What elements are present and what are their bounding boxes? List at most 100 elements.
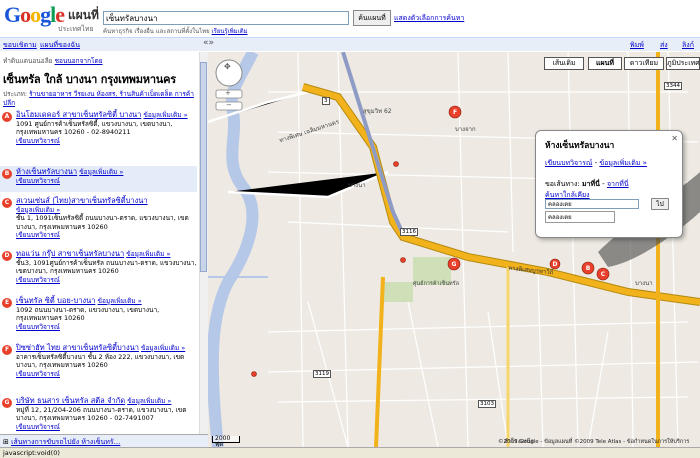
country-label: ประเทศไทย [58, 25, 94, 33]
result-reviews-link[interactable]: เขียนบทวิจารณ์ [16, 423, 60, 431]
google-maps-logo[interactable]: Google แผนที่ ประเทศไทย [4, 4, 99, 34]
result-more-link[interactable]: ข้อมูลเพิ่มเติม » [141, 344, 185, 352]
place-label: ศูนย์การค้าเซ็นทรัล [413, 281, 459, 287]
map-copyright: ©2009 Google - ข้อมูลแผนที่ ©2009 Tele A… [498, 439, 690, 445]
result-name[interactable]: ทอแว่น กรุ๊ป สาขาเซ็นทรัลบางนา [16, 249, 124, 258]
result-name[interactable]: สเวนเซ่นส์ (ไทย)สาขาเซ็นทรัลซิตี้บางนา [16, 196, 148, 205]
results-tab[interactable]: ขอบเขิตาม [3, 40, 37, 51]
my-maps-tab[interactable]: แผนที่ของฉัน [40, 40, 80, 51]
map-type-terrain[interactable]: ภูมิประเทศ [666, 57, 700, 70]
marker-d-icon: D [2, 251, 12, 261]
map-type-traffic[interactable]: เส้นเดิม [544, 57, 584, 70]
result-item-f[interactable]: F ปิซซ่าฮัท ไทย สาขาเซ็นทรัลซิตี้บางนา ข… [0, 343, 197, 378]
result-reviews-link[interactable]: เขียนบทวิจารณ์ [16, 276, 60, 284]
zoom-out-icon[interactable]: − [226, 101, 232, 109]
result-address: 1091 ศูนย์การค้าเซ็นทรัลซิตี้, แขวงบางนา… [16, 119, 173, 137]
results-scrollbar-thumb[interactable] [200, 62, 207, 272]
result-item-d[interactable]: D ทอแว่น กรุ๊ป สาขาเซ็นทรัลบางนา ข้อมูลเ… [0, 249, 197, 284]
result-name[interactable]: เซ็นทรัล ซิตี้ บอย-บางนา [16, 296, 95, 305]
result-more-link[interactable]: ข้อมูลเพิ่มเติม » [126, 250, 170, 258]
directions-input[interactable] [545, 199, 639, 209]
go-button[interactable]: ไป [651, 198, 669, 210]
result-name[interactable]: บริษัท ธนสาร เซ็นทรัล สตีล จำกัด [16, 396, 125, 405]
result-name[interactable]: อินโฮมเดคอร์ สาขาเซ็นทรัลซิตี้ บางนา [16, 110, 141, 119]
marker-a-icon: A [2, 112, 12, 122]
send-link[interactable]: ส่ง [660, 40, 668, 51]
result-item-a[interactable]: A อินโฮมเดคอร์ สาขาเซ็นทรัลซิตี้ บางนา ข… [0, 110, 197, 145]
route-shield: 3116 [400, 228, 418, 236]
directions-label: ขอเส้นทาง: [545, 180, 580, 188]
result-reviews-link[interactable]: เขียนบทวิจารณ์ [16, 370, 60, 378]
collapse-panel-icon[interactable]: «» [203, 38, 214, 48]
result-more-link[interactable]: ข้อมูลเพิ่มเติม » [16, 206, 60, 214]
info-reviews-link[interactable]: เขียนบทวิจารณ์ [545, 159, 592, 167]
result-more-link[interactable]: ข้อมูลเพิ่มเติม » [79, 168, 123, 176]
place-label: บางนา [635, 280, 653, 287]
directions-bar[interactable]: ⊞ เส้นทางการขับรถไปยัง ห้างเซ็นทรั... [0, 434, 208, 447]
result-more-link[interactable]: ข้อมูลเพิ่มเติม » [127, 397, 171, 405]
map-scale: 2000 ฟุต [212, 436, 240, 447]
marker-c-icon: C [2, 198, 12, 208]
route-shield: 3344 [664, 82, 682, 90]
search-options-link[interactable]: แสดงตัวเลือกการค้นหา [394, 13, 464, 24]
result-item-b[interactable]: B ห้างเซ็นทรัลบางนา ข้อมูลเพิ่มเติม » เข… [0, 166, 197, 192]
header: Google แผนที่ ประเทศไทย ค้นแผนที่ แสดงตั… [0, 0, 700, 36]
view-as-label: ทำดินแดนอนอลีย [3, 57, 53, 65]
result-item-e[interactable]: E เซ็นทรัล ซิตี้ บอย-บางนา ข้อมูลเพิ่มเต… [0, 296, 197, 331]
view-as-row: ทำดินแดนอนอลีย ชอนนอกจากโดย [3, 56, 197, 66]
view-as-link[interactable]: ชอนนอกจากโดย [55, 57, 103, 65]
result-item-c[interactable]: C สเวนเซ่นส์ (ไทย)สาขาเซ็นทรัลซิตี้บางนา… [0, 196, 197, 240]
results-title: เซ็นทรัล ใกล้ บางนา กรุงเทพมหานคร [3, 73, 176, 86]
maps-label: แผนที่ [68, 8, 99, 22]
marker-b-icon: B [2, 169, 12, 179]
results-panel: ทำดินแดนอนอลีย ชอนนอกจากโดย เซ็นทรัล ใกล… [0, 52, 208, 434]
road-label: สุขุมวิท 62 [363, 108, 392, 115]
search-input[interactable] [103, 11, 349, 25]
marker-e-icon: E [2, 298, 12, 308]
svg-text:C: C [601, 271, 606, 278]
map-canvas[interactable]: FGD BC เส้นเดิม แผนที่ ดาวเทียม ภูมิประเ… [208, 52, 700, 447]
result-reviews-link[interactable]: เขียนบทวิจารณ์ [16, 231, 60, 239]
map-type-satellite[interactable]: ดาวเทียม [624, 57, 664, 70]
directions-link[interactable]: เส้นทางการขับรถไปยัง ห้างเซ็นทรั... [11, 438, 120, 446]
autocomplete-suggestion[interactable]: คลองเตย [545, 211, 615, 223]
from-here-link[interactable]: จากที่นี่ [607, 180, 629, 188]
result-reviews-link[interactable]: เขียนบทวิจารณ์ [16, 137, 60, 145]
search-example-text: ค้นหาธุรกิจ เรื่องอื่น และสถานที่ตั้งในไ… [103, 28, 210, 35]
result-name[interactable]: ปิซซ่าฮัท ไทย สาขาเซ็นทรัลซิตี้บางนา [16, 343, 139, 352]
map-graphics: FG D BC [208, 52, 700, 447]
result-more-link[interactable]: ข้อมูลเพิ่มเติม » [98, 297, 142, 305]
pan-control-icon[interactable]: ✥ [224, 62, 231, 71]
expand-icon[interactable]: ⊞ [3, 438, 11, 446]
sub-toolbar: ขอบเขิตาม แผนที่ของฉัน «» พิมพ์ ส่ง ลิงก… [0, 37, 700, 51]
learn-more-link[interactable]: เรียนรู้เพิ่มเติม [212, 28, 248, 35]
info-window-title: ห้างเซ็นทรัลบางนา [545, 141, 615, 151]
route-shield: 3 [322, 97, 330, 105]
categories-label: ประเภท: [3, 90, 28, 98]
zoom-in-icon[interactable]: + [225, 89, 231, 97]
result-reviews-link[interactable]: เขียนบทวิจารณ์ [16, 323, 60, 331]
marker-g-icon: G [2, 398, 12, 408]
search-button[interactable]: ค้นแผนที่ [353, 10, 391, 26]
info-more-link[interactable]: ข้อมูลเพิ่มเติม » [599, 159, 647, 167]
close-icon[interactable]: ✕ [671, 134, 678, 143]
svg-text:G: G [452, 261, 457, 268]
result-reviews-link[interactable]: เขียนบทวิจารณ์ [16, 177, 60, 185]
marker-f-icon: F [2, 345, 12, 355]
svg-text:B: B [586, 265, 591, 272]
result-more-link[interactable]: ข้อมูลเพิ่มเติม » [143, 111, 187, 119]
link-link[interactable]: ลิงก์ [682, 40, 694, 51]
categories-row: ประเภท: ร้านขายอาหาร วีรยเงน ห้องสร, ร้า… [3, 90, 197, 108]
result-address: 1092 ถนนบางนา-ตราด, แขวงบางนา, เขตบางนา,… [16, 305, 160, 323]
place-label: บางจาก [455, 126, 476, 133]
map-type-map[interactable]: แผนที่ [588, 57, 622, 70]
categories-links[interactable]: ร้านขายอาหาร วีรยเงน ห้องสร, ร้านสินค้าเ… [3, 90, 194, 107]
result-name[interactable]: ห้างเซ็นทรัลบางนา [16, 167, 77, 176]
route-shield: 3119 [313, 370, 331, 378]
print-link[interactable]: พิมพ์ [630, 40, 644, 51]
to-here-label[interactable]: มาที่นี่ [582, 180, 600, 188]
result-address: ชั้น3, 1091ศูนย์การค้าเซ็นทรัล ถนนบางนา-… [16, 258, 197, 276]
result-item-g[interactable]: G บริษัท ธนสาร เซ็นทรัล สตีล จำกัด ข้อมู… [0, 396, 197, 431]
search-example: ค้นหาธุรกิจ เรื่องอื่น และสถานที่ตั้งในไ… [103, 26, 248, 36]
status-bar: javascript:void(0) [0, 447, 700, 458]
